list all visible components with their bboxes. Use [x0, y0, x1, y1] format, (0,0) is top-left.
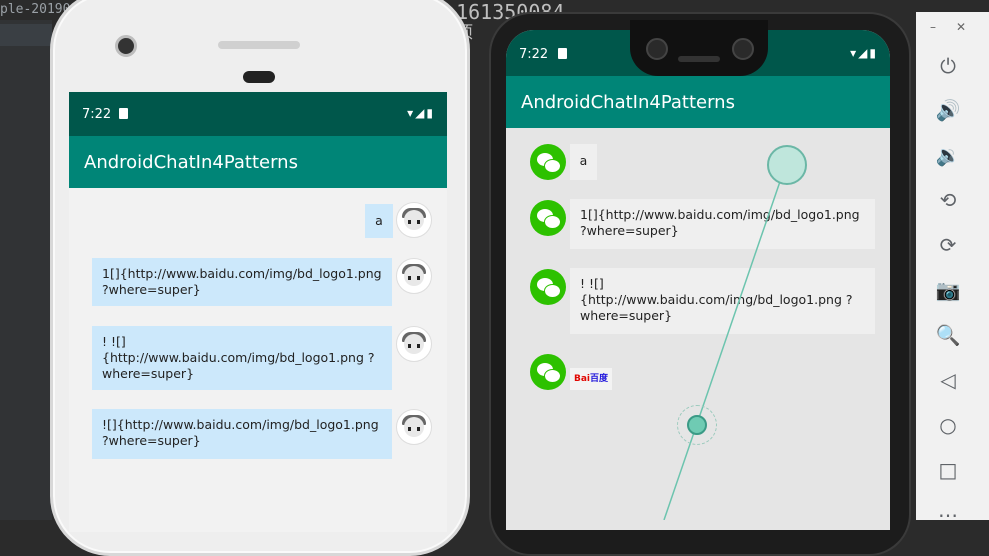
minimize-icon[interactable]: –	[930, 20, 936, 34]
home-icon[interactable]: ○	[934, 411, 962, 439]
zoom-icon[interactable]: 🔍	[934, 321, 962, 349]
emulator-toolbar: – ✕ ⏻ 🔊 🔉 ⟲ ⟳ 📷 🔍 ◁ ○ □ …	[916, 12, 989, 522]
touch-point-secondary[interactable]	[687, 415, 707, 435]
power-icon[interactable]: ⏻	[934, 52, 962, 80]
back-icon[interactable]: ◁	[934, 366, 962, 394]
rotate-right-icon[interactable]: ⟳	[934, 231, 962, 259]
camera-icon[interactable]: 📷	[934, 276, 962, 304]
volume-up-icon[interactable]: 🔊	[934, 96, 962, 124]
close-icon[interactable]: ✕	[956, 20, 966, 34]
volume-down-icon[interactable]: 🔉	[934, 141, 962, 169]
touch-point-primary[interactable]	[767, 145, 807, 185]
rotate-left-icon[interactable]: ⟲	[934, 186, 962, 214]
gesture-trail	[663, 163, 787, 520]
overview-icon[interactable]: □	[934, 456, 962, 484]
